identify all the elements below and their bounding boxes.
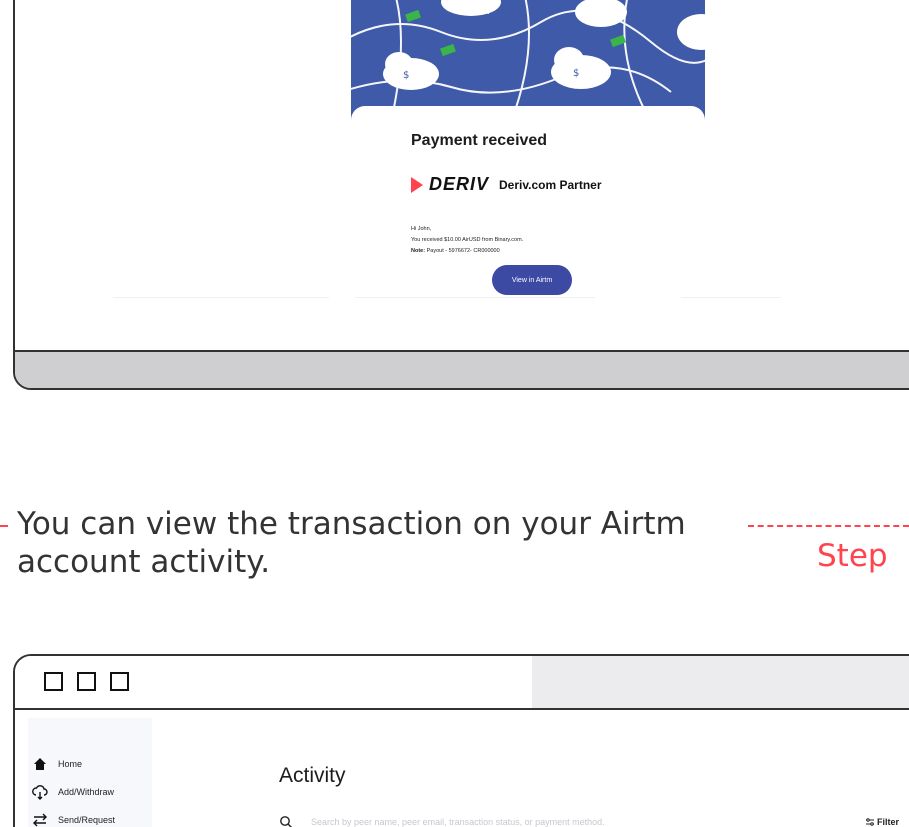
view-in-airtm-button[interactable]: View in Airtm [492,265,572,295]
search-input[interactable]: Search by peer name, peer email, transac… [311,817,865,827]
window-button-2[interactable] [77,672,96,691]
email-hero-banner: $ $ airtm [351,0,705,122]
deriv-chevron-icon [411,176,423,193]
sidebar-item-add-withdraw[interactable]: Add/Withdraw [32,784,114,800]
partner-row: DERIV Deriv.com Partner [411,174,602,195]
email-card: Payment received DERIV Deriv.com Partner… [351,106,705,324]
email-title: Payment received [411,132,548,149]
divider [355,297,595,298]
arrows-icon [32,812,48,827]
deriv-logo: DERIV [429,174,490,194]
email-note: Note: Payout - 5976672- CR000000 [411,246,523,257]
airtm-brand-text: airtm [463,3,490,17]
divider [681,297,781,298]
sidebar-item-label: Add/Withdraw [58,787,115,797]
filter-button[interactable]: Filter [865,817,899,827]
cloud-transfer-icon [32,784,48,800]
window-button-1[interactable] [44,672,63,691]
step-connector-left [0,525,8,527]
filter-label: Filter [876,817,899,827]
partner-label: Deriv.com Partner [499,177,602,192]
svg-text:$: $ [403,70,409,81]
search-bar[interactable]: Search by peer name, peer email, transac… [279,814,899,827]
divider [113,297,329,298]
sidebar-item-label: Home [58,759,83,769]
address-bar[interactable] [532,656,909,708]
sidebar-item-home[interactable]: Home [32,756,82,772]
home-icon [32,756,48,772]
svg-text:$: $ [573,68,579,79]
email-message: You received $10.00 AirUSD from Binary.c… [411,237,524,243]
email-window: $ $ airtm Payment received DERIV Deriv.c… [13,0,909,390]
sidebar-item-label: Send/Request [58,815,116,825]
step-instruction: You can view the transaction on your Air… [17,506,686,580]
note-label: Note: [411,248,426,254]
email-body: Hi John, You received $10.00 AirUSD from… [411,224,523,257]
sidebar: Home Add/Withdraw Send/Request [28,718,152,827]
email-greeting: Hi John, [411,226,432,232]
cloud-network-illustration: $ $ airtm [351,0,705,122]
filter-icon [865,818,874,826]
note-value: Payout - 5976672- CR000000 [426,248,500,254]
step-connector-right [748,525,909,527]
step-label: Step [817,538,888,574]
window-titlebar [15,656,909,710]
window-button-3[interactable] [110,672,129,691]
device-bottom-bar [15,350,909,388]
page-title: Activity [279,764,346,787]
search-icon [279,815,293,827]
browser-window: Home Add/Withdraw Send/Request Activity … [13,654,909,827]
sidebar-item-send-request[interactable]: Send/Request [32,812,115,827]
